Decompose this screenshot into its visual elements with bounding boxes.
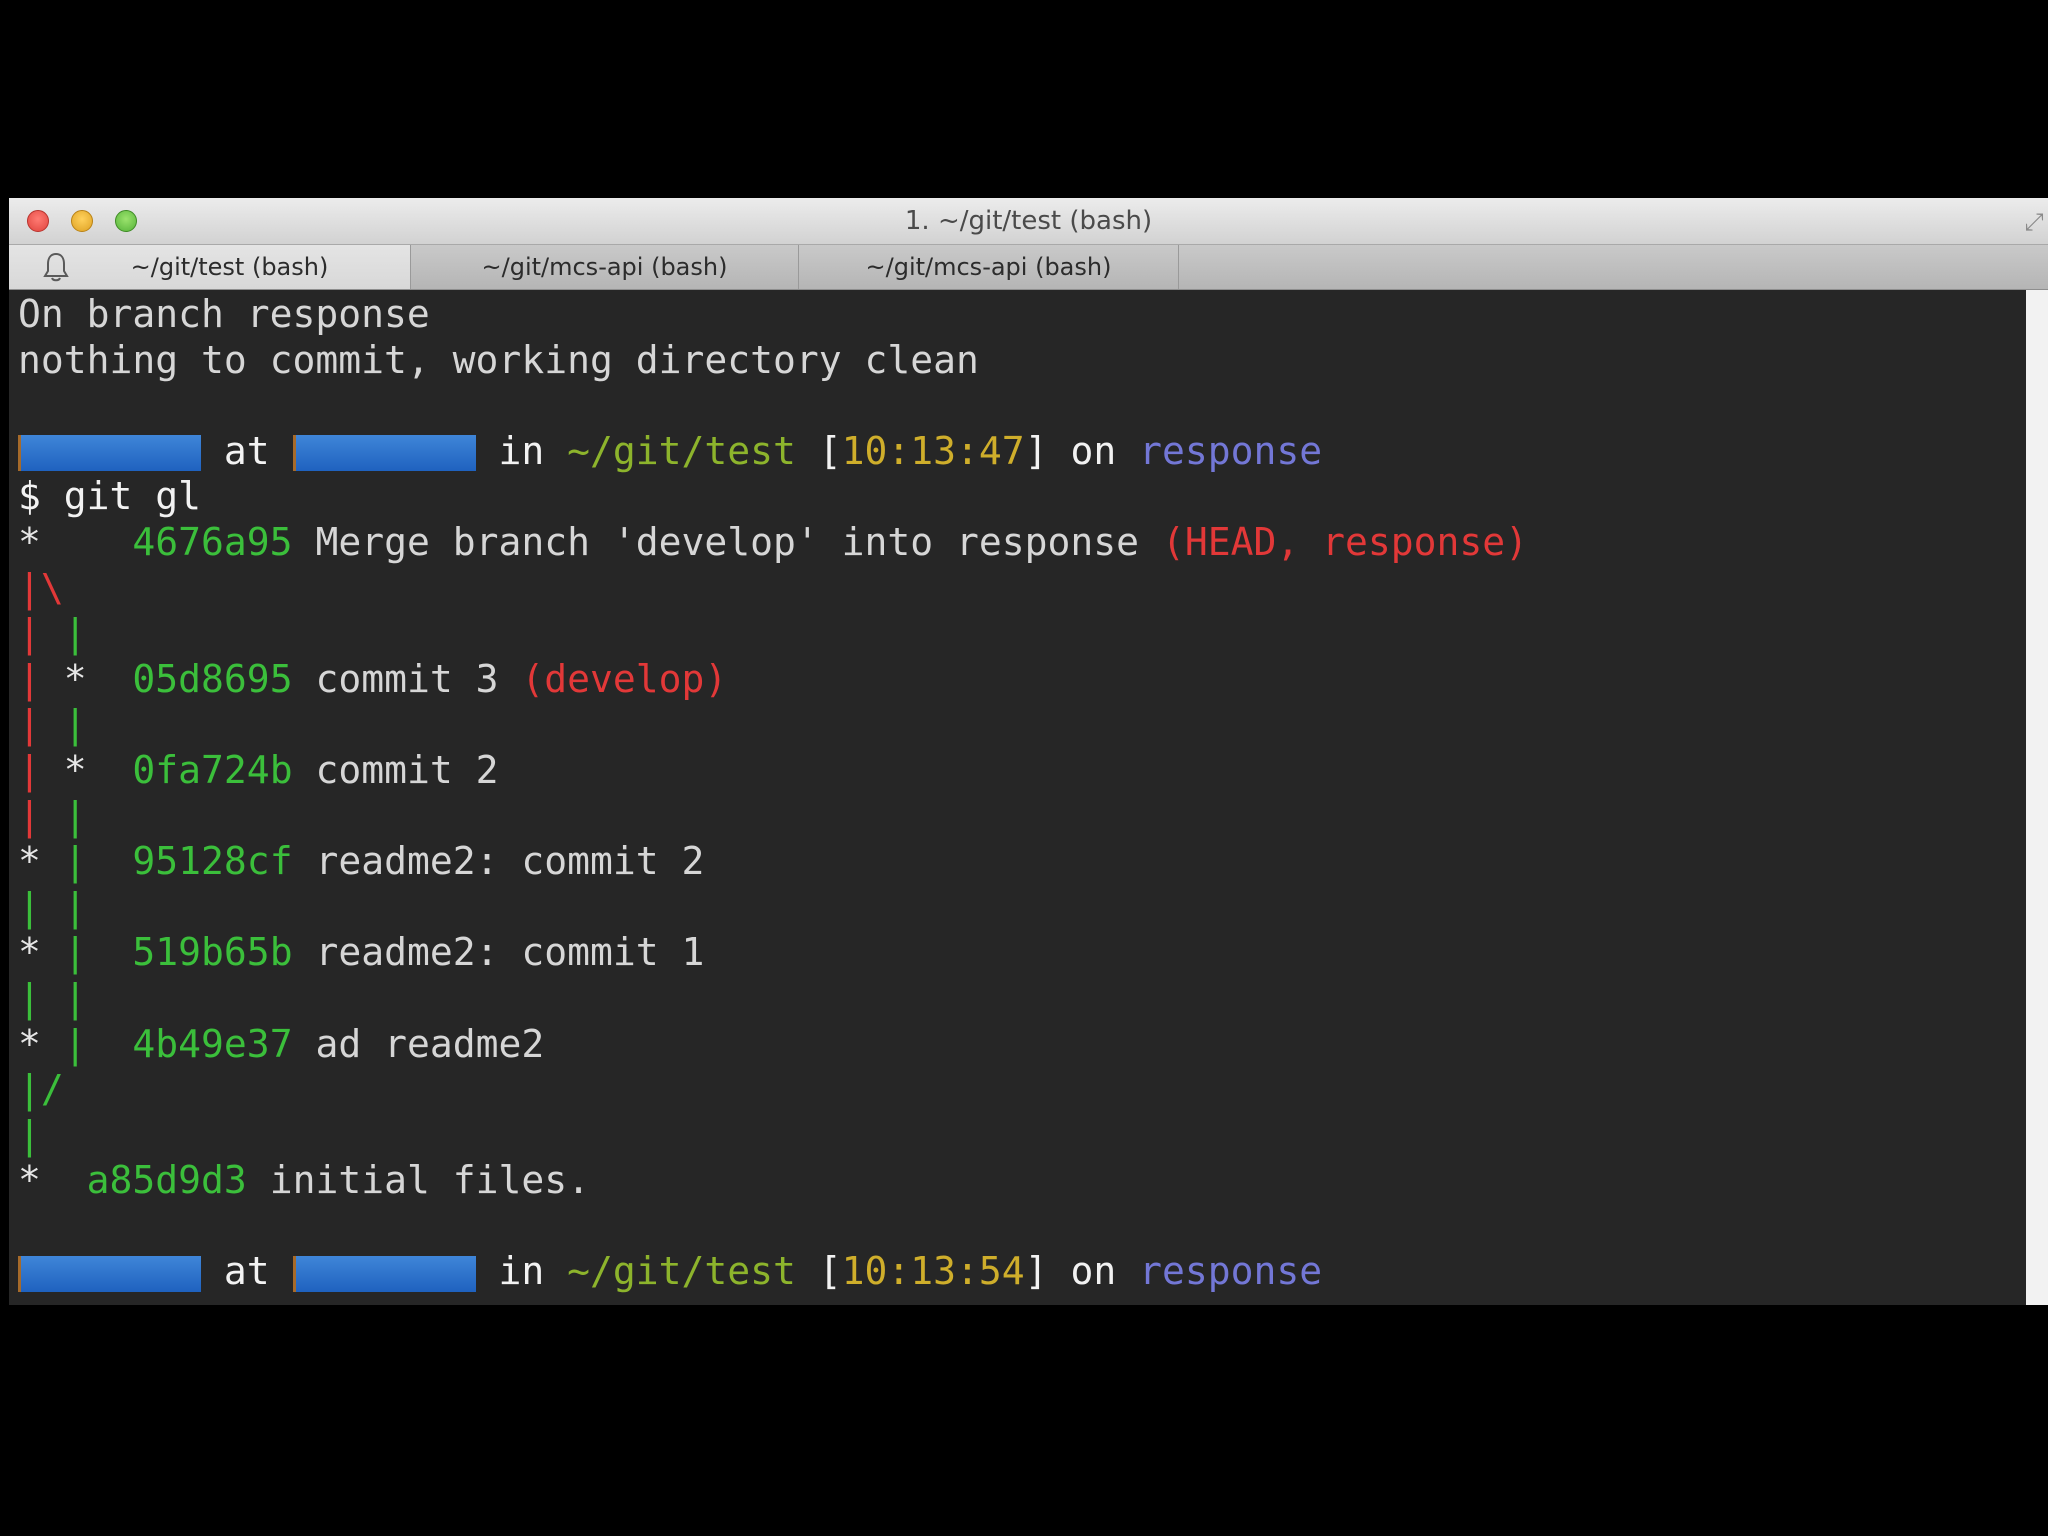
prompt-time: 10:13:47 xyxy=(841,428,1025,473)
vertical-scrollbar[interactable] xyxy=(2026,290,2048,1305)
tab-bar: ~/git/test (bash) ~/git/mcs-api (bash) ~… xyxy=(9,245,2048,290)
commit-message: Merge branch 'develop' into response xyxy=(315,519,1140,564)
prompt-line: at in ~/git/test [10:13:47] on response xyxy=(18,429,1998,475)
graph-line: |\ xyxy=(18,565,64,610)
commit-hash: 95128cf xyxy=(132,839,293,884)
commit-message: commit 2 xyxy=(315,747,499,792)
redacted-username xyxy=(18,1255,201,1292)
log-line: | * 0fa724b commit 2 xyxy=(18,747,499,792)
log-line: * | 519b65b readme2: commit 1 xyxy=(18,930,705,975)
commit-hash: 519b65b xyxy=(132,930,293,975)
log-line: * 4676a95 Merge branch 'develop' into re… xyxy=(18,520,1998,566)
redacted-hostname xyxy=(292,435,476,472)
prompt-bracket: [ xyxy=(818,1249,842,1294)
prompt-at: at xyxy=(223,1249,270,1294)
commit-hash: 05d8695 xyxy=(132,656,293,701)
bell-icon[interactable] xyxy=(41,251,71,283)
graph-line: |/ xyxy=(18,1067,64,1112)
graph-line: | | xyxy=(18,975,87,1020)
prompt-bracket: [ xyxy=(818,428,842,473)
commit-hash: 4b49e37 xyxy=(132,1021,293,1066)
tab-label: ~/git/test (bash) xyxy=(130,253,329,281)
graph-line: | xyxy=(18,1112,41,1157)
prompt-path: ~/git/test xyxy=(567,428,796,473)
commit-message: initial files. xyxy=(269,1158,590,1203)
commit-refs: (develop) xyxy=(521,656,728,701)
prompt-at: at xyxy=(223,428,270,473)
tab-git-mcs-api-2[interactable]: ~/git/mcs-api (bash) xyxy=(799,245,1179,289)
tab-label: ~/git/mcs-api (bash) xyxy=(481,253,728,281)
fullscreen-icon[interactable]: ⤢ xyxy=(2020,208,2048,236)
commit-message: readme2: commit 1 xyxy=(315,930,705,975)
prompt-time: 10:13:54 xyxy=(841,1249,1025,1294)
tab-git-test[interactable]: ~/git/test (bash) xyxy=(9,245,411,289)
graph-line: | | xyxy=(18,611,87,656)
commit-message: ad readme2 xyxy=(315,1021,545,1066)
commit-hash: a85d9d3 xyxy=(86,1158,247,1203)
tab-git-mcs-api-1[interactable]: ~/git/mcs-api (bash) xyxy=(411,245,799,289)
prompt-in: in xyxy=(498,1249,545,1294)
title-bar[interactable]: 1. ~/git/test (bash) ⤢ xyxy=(9,198,2048,245)
log-line: * | 95128cf readme2: commit 2 xyxy=(18,839,705,884)
redacted-hostname xyxy=(292,1255,476,1292)
prompt-path: ~/git/test xyxy=(567,1249,796,1294)
terminal-output[interactable]: On branch response nothing to commit, wo… xyxy=(18,292,1998,1295)
graph: * xyxy=(18,519,133,564)
prompt-bracket: ] xyxy=(1024,1249,1048,1294)
window-title: 1. ~/git/test (bash) xyxy=(904,206,1153,236)
log-line: * a85d9d3 initial files. xyxy=(18,1158,1998,1204)
status-line: On branch response xyxy=(18,292,430,336)
commit-message: commit 3 xyxy=(315,656,499,701)
prompt-bracket: ] xyxy=(1024,428,1048,473)
log-line: * | 4b49e37 ad readme2 xyxy=(18,1021,545,1066)
commit-hash: 4676a95 xyxy=(132,519,293,564)
commit-refs: (HEAD, response) xyxy=(1161,519,1528,564)
graph-line: | | xyxy=(18,793,87,838)
command-line: $ git gl xyxy=(18,474,202,519)
commit-message: readme2: commit 2 xyxy=(315,839,705,884)
prompt-on: on xyxy=(1070,428,1117,473)
graph: * xyxy=(18,1158,87,1203)
prompt-line: at in ~/git/test [10:13:54] on response xyxy=(18,1249,1998,1295)
tab-label: ~/git/mcs-api (bash) xyxy=(865,253,1112,281)
status-line: nothing to commit, working directory cle… xyxy=(18,337,979,382)
graph-line: | | xyxy=(18,702,87,747)
prompt-on: on xyxy=(1070,1249,1117,1294)
log-line: | * 05d8695 commit 3 (develop) xyxy=(18,656,728,701)
graph-line: | | xyxy=(18,884,87,929)
redacted-username xyxy=(18,435,201,472)
prompt-in: in xyxy=(498,428,545,473)
prompt-branch: response xyxy=(1139,428,1323,473)
commit-hash: 0fa724b xyxy=(132,747,293,792)
prompt-branch: response xyxy=(1139,1249,1323,1294)
